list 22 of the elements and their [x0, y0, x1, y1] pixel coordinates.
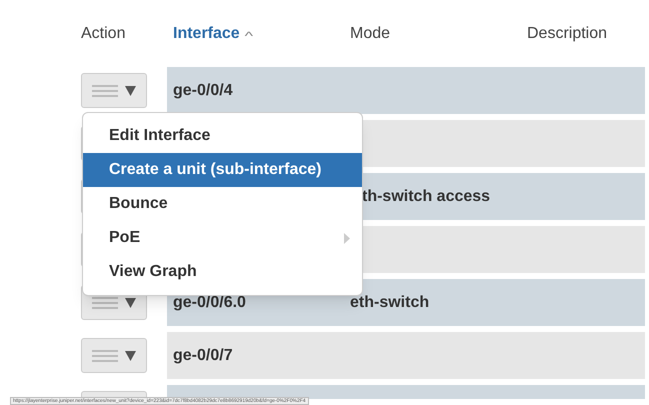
caret-icon [125, 350, 136, 360]
mode-value: eth-switch [350, 294, 430, 310]
action-menu-button[interactable] [81, 73, 147, 108]
menu-icon [92, 350, 118, 362]
table-row[interactable]: ge-0/0/7 [167, 332, 645, 379]
interface-name: ge-0/0/6.0 [173, 294, 246, 310]
menu-icon [92, 296, 118, 308]
mode-value: th-switch access [362, 188, 490, 204]
column-header[interactable]: Mode [350, 22, 390, 46]
caret-icon [125, 86, 136, 96]
menu-icon [92, 84, 118, 96]
action-menu-button[interactable] [81, 338, 147, 373]
menu-item[interactable]: PoE [83, 221, 362, 255]
column-header[interactable]: Description [527, 22, 608, 46]
sort-ascending-icon[interactable]: ^ [244, 26, 253, 44]
menu-item[interactable]: Create a unit (sub-interface) [83, 153, 362, 187]
table-row[interactable]: ge-0/0/4 [167, 67, 645, 114]
interface-name: ge-0/0/7 [173, 346, 233, 364]
interface-name: ge-0/0/4 [173, 82, 233, 98]
column-header[interactable]: Interface [173, 22, 240, 46]
column-header[interactable]: Action [81, 22, 126, 46]
menu-item[interactable]: Edit Interface [83, 119, 362, 153]
